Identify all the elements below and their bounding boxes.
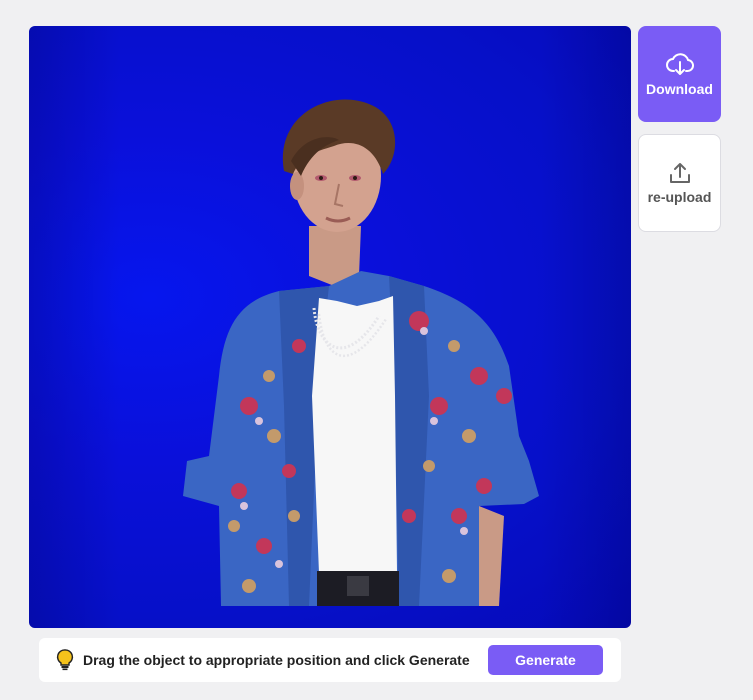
generate-button[interactable]: Generate <box>488 645 603 675</box>
cutout-person-image[interactable] <box>179 76 539 606</box>
cloud-download-icon <box>665 53 694 75</box>
hint-text: Drag the object to appropriate position … <box>83 652 470 668</box>
download-label: Download <box>646 81 713 97</box>
reupload-label: re-upload <box>647 189 712 205</box>
lightbulb-icon <box>56 649 74 671</box>
hint-bar: Drag the object to appropriate position … <box>39 638 621 682</box>
reupload-button[interactable]: re-upload <box>638 134 721 232</box>
upload-icon <box>669 163 690 183</box>
download-button[interactable]: Download <box>638 26 721 122</box>
editor-canvas[interactable] <box>29 26 631 628</box>
